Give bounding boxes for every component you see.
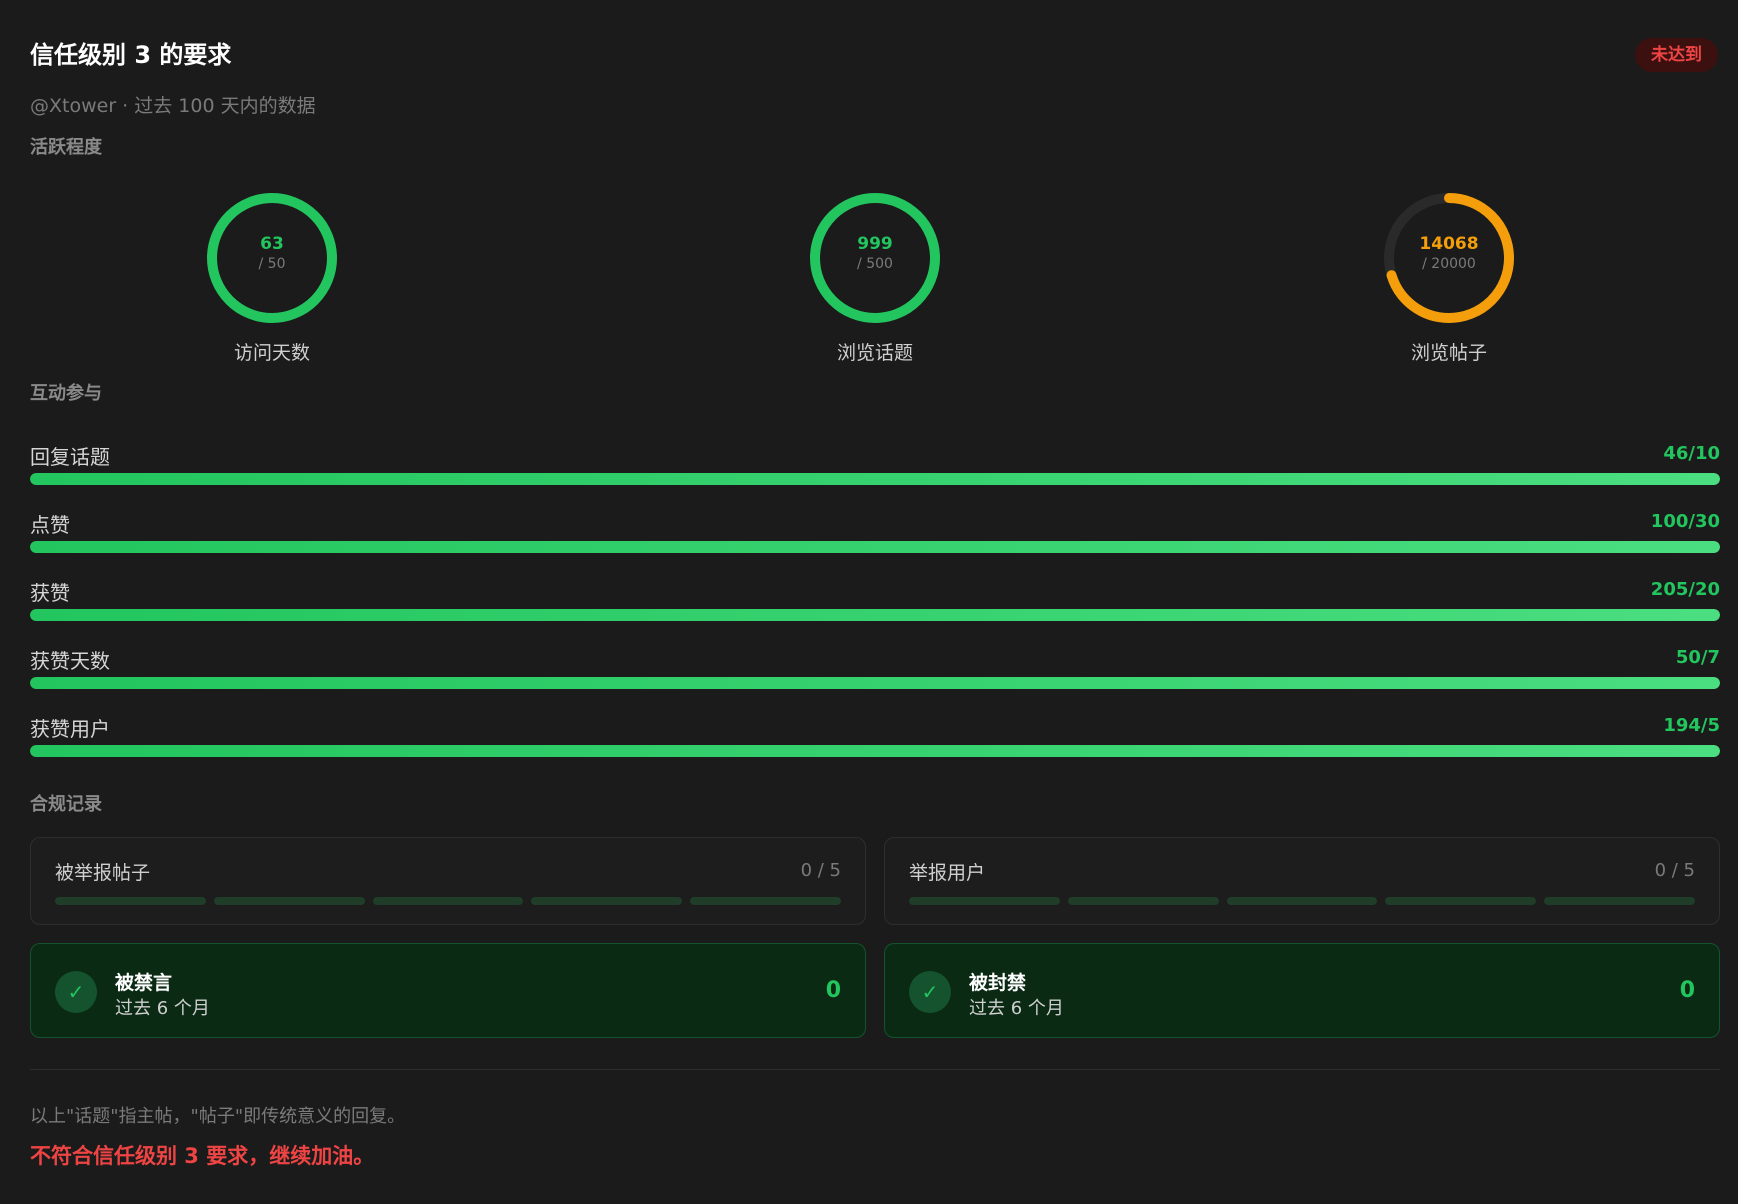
- check-icon: ✓: [909, 971, 951, 1013]
- bar-row-liked-days: 获赞天数 50/7: [30, 641, 1720, 709]
- progress-bar-fill: [30, 541, 1720, 553]
- engagement-bars: 回复话题 46/10 点赞 100/30 获赞 205/20 获赞天数 50/7: [30, 437, 1720, 777]
- card-count: 0 / 5: [1654, 860, 1695, 881]
- segment: [531, 897, 683, 905]
- ring-value: 14068: [1419, 234, 1479, 254]
- card-silenced: ✓ 被禁言 过去 6 个月 0: [30, 943, 866, 1038]
- activity-rings: 63 / 50 访问天数 999 / 500 浏览话题 14068 / 2000…: [30, 192, 1720, 372]
- bar-value: 50/7: [1675, 647, 1720, 668]
- progress-bar-fill: [30, 473, 1720, 485]
- segment: [1226, 897, 1378, 905]
- segment-bar: [55, 897, 841, 905]
- status-badge: 未达到: [1635, 38, 1718, 72]
- section-label-activity: 活跃程度: [30, 137, 102, 158]
- bar-value: 194/5: [1663, 715, 1720, 736]
- ring-target: / 20000: [1422, 256, 1476, 272]
- penalty-title: 被禁言: [115, 972, 173, 994]
- ring-visit-days: 63 / 50 访问天数: [162, 192, 382, 365]
- progress-bar: [30, 473, 1720, 485]
- ring-target: / 500: [857, 256, 893, 272]
- bar-row-likes-received: 获赞 205/20: [30, 573, 1720, 641]
- ring-label: 访问天数: [233, 342, 310, 364]
- footnote: 以上"话题"指主帖，"帖子"即传统意义的回复。: [30, 1106, 406, 1127]
- segment: [213, 897, 365, 905]
- penalty-cards: ✓ 被禁言 过去 6 个月 0 ✓ 被封禁 过去 6 个月 0: [30, 943, 1720, 1038]
- divider: [30, 1069, 1720, 1070]
- header: 信任级别 3 的要求 未达到: [30, 38, 1718, 78]
- progress-bar-fill: [30, 745, 1720, 757]
- segment: [909, 897, 1060, 905]
- ring-topics-viewed: 999 / 500 浏览话题: [765, 192, 985, 365]
- ring-text: 14068 / 20000: [1383, 234, 1515, 274]
- segment: [372, 897, 524, 905]
- penalty-title: 被封禁: [969, 972, 1027, 994]
- ring-posts-viewed: 14068 / 20000 浏览帖子: [1339, 192, 1559, 365]
- segment: [690, 897, 841, 905]
- progress-bar-fill: [30, 677, 1720, 689]
- trust-level-panel: 信任级别 3 的要求 未达到 @Xtower · 过去 100 天内的数据 活跃…: [0, 0, 1738, 1204]
- bar-row-likes-given: 点赞 100/30: [30, 505, 1720, 573]
- card-reported-posts: 被举报帖子 0 / 5: [30, 837, 866, 925]
- bar-value: 46/10: [1663, 443, 1720, 464]
- page-title: 信任级别 3 的要求: [30, 41, 232, 69]
- progress-bar: [30, 609, 1720, 621]
- progress-bar-fill: [30, 609, 1720, 621]
- card-label: 被举报帖子: [55, 862, 151, 884]
- progress-bar: [30, 541, 1720, 553]
- progress-bar: [30, 677, 1720, 689]
- ring-target: / 50: [258, 256, 286, 272]
- progress-ring: 63 / 50: [206, 192, 338, 324]
- bar-label: 获赞: [30, 581, 70, 605]
- bar-value: 100/30: [1650, 511, 1720, 532]
- ring-value: 63: [260, 234, 284, 254]
- bar-top: 获赞用户 194/5: [30, 709, 1720, 745]
- ring-value: 999: [857, 234, 893, 254]
- bar-row-replies: 回复话题 46/10: [30, 437, 1720, 505]
- bar-top: 获赞天数 50/7: [30, 641, 1720, 677]
- progress-ring: 14068 / 20000: [1383, 192, 1515, 324]
- check-icon: ✓: [55, 971, 97, 1013]
- bar-top: 获赞 205/20: [30, 573, 1720, 609]
- card-label: 举报用户: [909, 862, 986, 884]
- ring-label: 浏览帖子: [1410, 342, 1487, 364]
- card-suspended: ✓ 被封禁 过去 6 个月 0: [884, 943, 1720, 1038]
- segment: [1544, 897, 1695, 905]
- bar-label: 获赞天数: [30, 649, 110, 673]
- card-count: 0 / 5: [800, 860, 841, 881]
- progress-ring: 999 / 500: [809, 192, 941, 324]
- section-label-compliance: 合规记录: [30, 794, 102, 815]
- bar-label: 获赞用户: [30, 717, 110, 741]
- progress-bar: [30, 745, 1720, 757]
- segment-bar: [909, 897, 1695, 905]
- penalty-sub: 过去 6 个月: [115, 998, 210, 1019]
- segment: [1067, 897, 1219, 905]
- ring-label: 浏览话题: [836, 342, 913, 364]
- penalty-value: 0: [825, 978, 841, 1003]
- page-subtitle: @Xtower · 过去 100 天内的数据: [30, 95, 316, 117]
- bar-value: 205/20: [1650, 579, 1720, 600]
- penalty-sub: 过去 6 个月: [969, 998, 1064, 1019]
- section-label-engagement: 互动参与: [30, 383, 102, 404]
- ring-text: 63 / 50: [206, 234, 338, 274]
- segment: [55, 897, 206, 905]
- bar-label: 回复话题: [30, 445, 110, 469]
- bar-row-liked-users: 获赞用户 194/5: [30, 709, 1720, 777]
- penalty-value: 0: [1679, 978, 1695, 1003]
- bar-top: 点赞 100/30: [30, 505, 1720, 541]
- bar-top: 回复话题 46/10: [30, 437, 1720, 473]
- verdict-text: 不符合信任级别 3 要求，继续加油。: [30, 1144, 375, 1168]
- card-reported-users: 举报用户 0 / 5: [884, 837, 1720, 925]
- bar-label: 点赞: [30, 513, 70, 537]
- segment: [1385, 897, 1537, 905]
- report-cards: 被举报帖子 0 / 5 举报用户 0 / 5: [30, 837, 1720, 925]
- ring-text: 999 / 500: [809, 234, 941, 274]
